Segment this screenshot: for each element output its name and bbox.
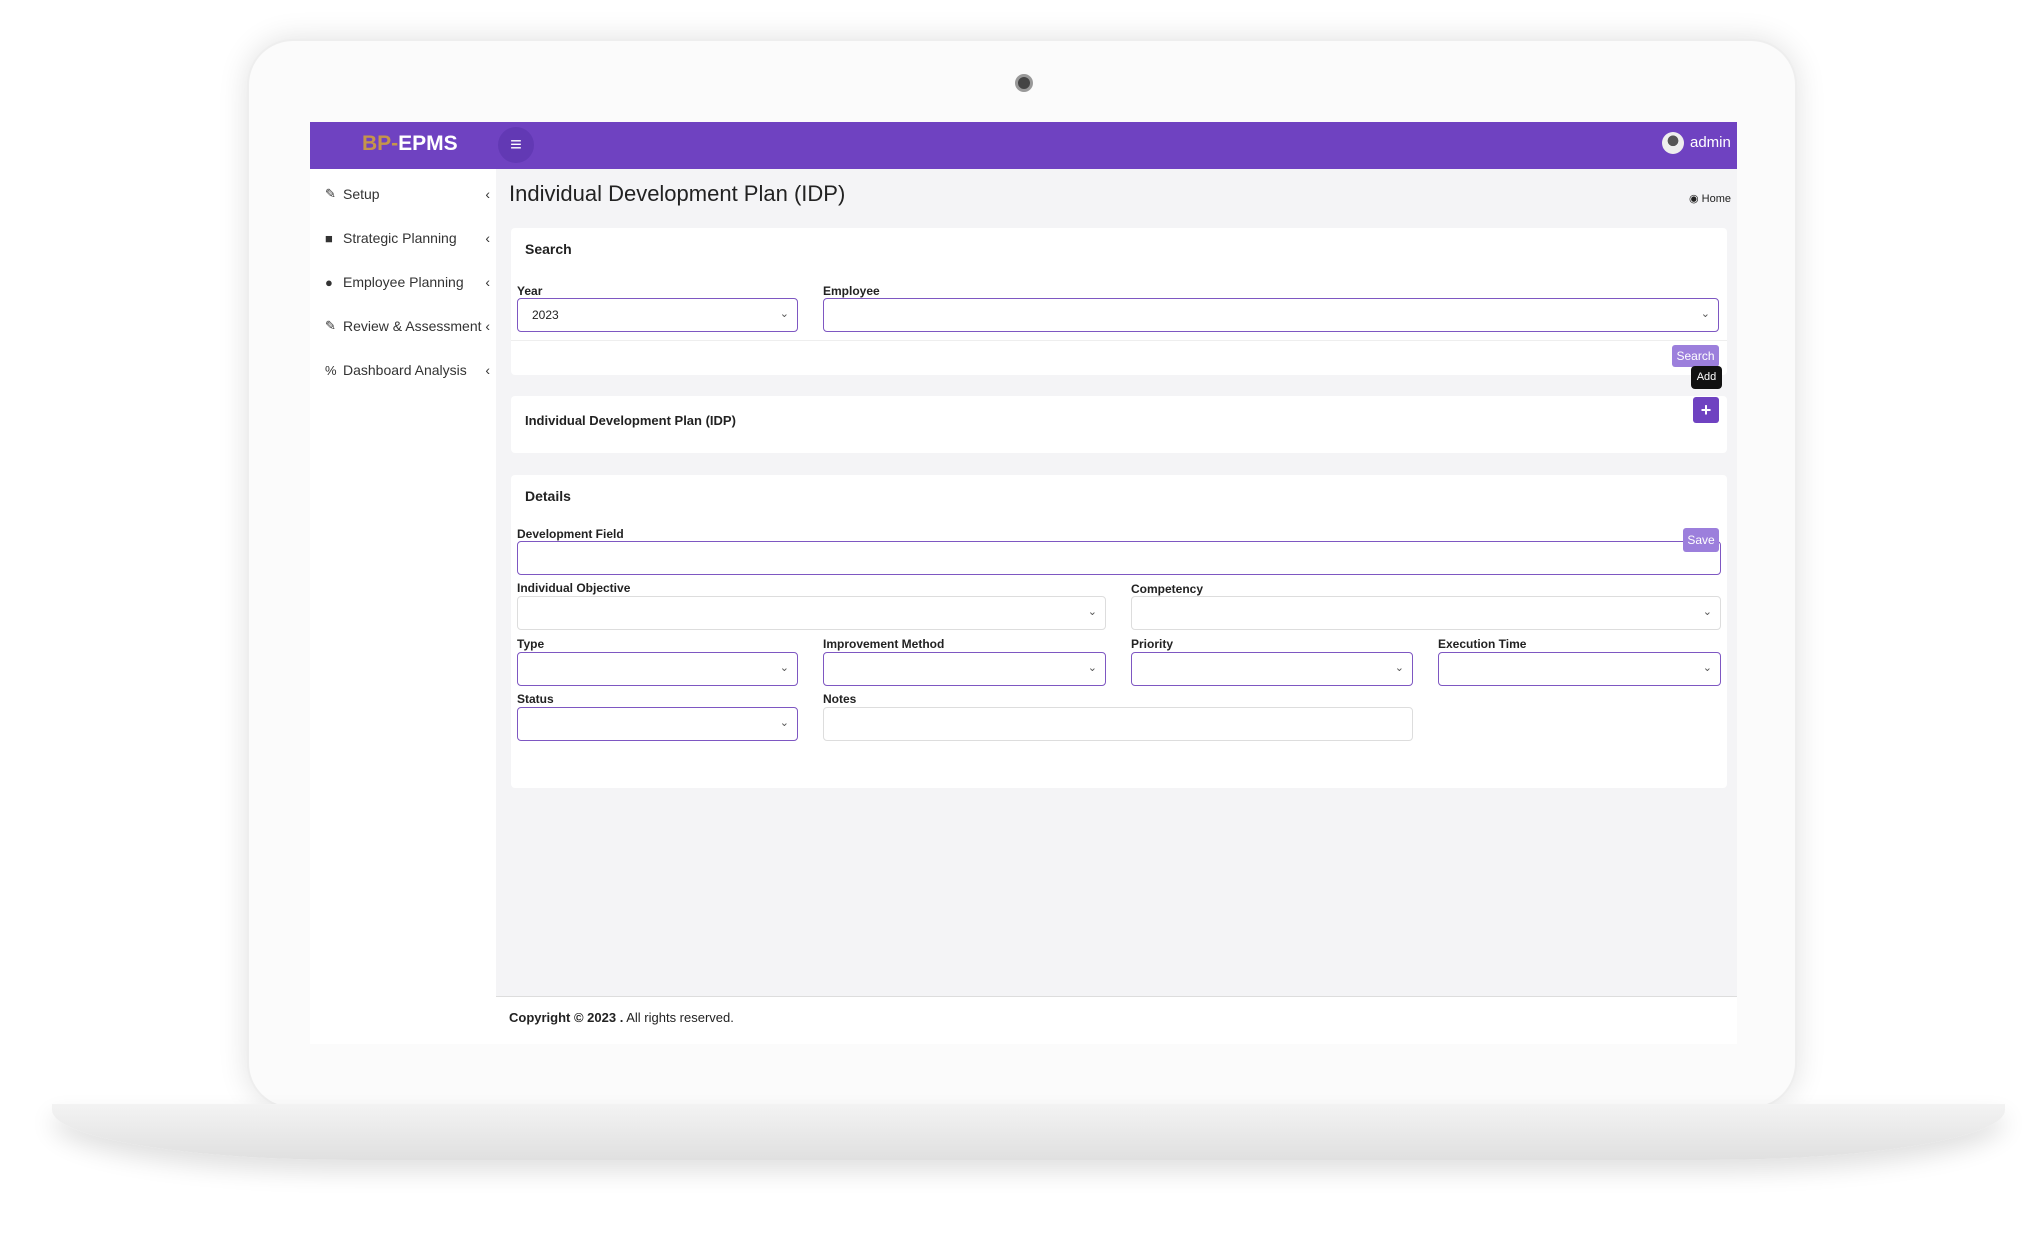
menu-toggle-icon[interactable]: ≡ [498, 127, 534, 163]
sidebar-item-review-assessment[interactable]: ✎ Review & Assessment ‹ [325, 318, 490, 334]
development-field-label: Development Field [517, 527, 624, 541]
individual-objective-label: Individual Objective [517, 581, 631, 595]
user-icon: ● [325, 274, 333, 290]
chevron-down-icon: ⌄ [1700, 308, 1710, 320]
add-tooltip: Add [1691, 366, 1722, 389]
search-button[interactable]: Search [1672, 345, 1719, 367]
chevron-down-icon: ⌄ [1702, 606, 1712, 618]
edit-icon: ✎ [325, 318, 336, 333]
avatar[interactable] [1662, 132, 1684, 154]
status-label: Status [517, 692, 554, 706]
type-select[interactable]: ⌄ [517, 652, 798, 686]
employee-label: Employee [823, 284, 880, 298]
chevron-left-icon: ‹ [485, 186, 490, 202]
idp-card: Individual Development Plan (IDP) + [511, 396, 1727, 453]
breadcrumb[interactable]: ◉ Home [1689, 192, 1731, 205]
sidebar-item-employee-planning[interactable]: ● Employee Planning ‹ [325, 274, 490, 290]
employee-select[interactable]: ⌄ [823, 298, 1719, 332]
app-screen: BP-EPMS ≡ admin ✎ Setup ‹ ■ Strategic Plann… [310, 122, 1737, 1044]
status-select[interactable]: ⌄ [517, 707, 798, 741]
top-navbar: BP-EPMS ≡ admin [310, 122, 1737, 169]
search-card: Search Year 2023 ⌄ Employee ⌄ Search [511, 228, 1727, 375]
execution-time-select[interactable]: ⌄ [1438, 652, 1721, 686]
chevron-left-icon: ‹ [485, 318, 490, 334]
webcam [1015, 74, 1033, 92]
year-select[interactable]: 2023 ⌄ [517, 298, 798, 332]
divider [511, 340, 1727, 341]
priority-select[interactable]: ⌄ [1131, 652, 1413, 686]
details-card-title: Details [525, 488, 571, 504]
idp-card-title: Individual Development Plan (IDP) [525, 413, 736, 428]
sidebar-item-setup[interactable]: ✎ Setup ‹ [325, 186, 490, 202]
competency-label: Competency [1131, 582, 1204, 596]
save-button[interactable]: Save [1683, 528, 1719, 552]
notes-label: Notes [823, 692, 857, 706]
page-title: Individual Development Plan (IDP) [509, 181, 846, 206]
briefcase-icon: ■ [325, 230, 333, 246]
search-card-title: Search [525, 241, 572, 257]
priority-label: Priority [1131, 637, 1174, 651]
chevron-left-icon: ‹ [485, 230, 490, 246]
individual-objective-select[interactable]: ⌄ [517, 596, 1106, 630]
chevron-down-icon: ⌄ [1394, 662, 1404, 674]
year-label: Year [517, 284, 543, 298]
competency-select[interactable]: ⌄ [1131, 596, 1721, 630]
sidebar-item-dashboard-analysis[interactable]: % Dashboard Analysis ‹ [325, 362, 490, 378]
sidebar-item-strategic-planning[interactable]: ■ Strategic Planning ‹ [325, 230, 490, 246]
laptop-base [52, 1104, 2005, 1160]
percent-icon: % [325, 362, 337, 378]
chevron-down-icon: ⌄ [1087, 662, 1097, 674]
chevron-down-icon: ⌄ [779, 717, 789, 729]
improvement-method-select[interactable]: ⌄ [823, 652, 1106, 686]
dashboard-icon: ◉ [1689, 193, 1702, 205]
add-button[interactable]: + [1693, 397, 1719, 423]
logo[interactable]: BP-EPMS [362, 132, 458, 156]
execution-time-label: Execution Time [1438, 637, 1527, 651]
sidebar: ✎ Setup ‹ ■ Strategic Planning ‹ ● Employee P… [310, 169, 496, 1044]
details-card: Details Development Field Individual Obj… [511, 475, 1727, 788]
type-label: Type [517, 637, 545, 651]
user-name[interactable]: admin [1690, 134, 1731, 151]
notes-input[interactable] [823, 707, 1413, 741]
chevron-down-icon: ⌄ [779, 308, 789, 320]
footer: Copyright © 2023 . All rights reserved. [496, 996, 1737, 1044]
chevron-down-icon: ⌄ [1702, 662, 1712, 674]
copyright-text: Copyright © 2023 . [509, 1010, 624, 1025]
rights-text: All rights reserved. [623, 1010, 734, 1025]
chevron-down-icon: ⌄ [1087, 606, 1097, 618]
chevron-down-icon: ⌄ [779, 662, 789, 674]
chevron-left-icon: ‹ [485, 274, 490, 290]
improvement-method-label: Improvement Method [823, 637, 945, 651]
edit-icon: ✎ [325, 186, 336, 201]
development-field-input[interactable] [517, 541, 1721, 575]
chevron-left-icon: ‹ [485, 362, 490, 378]
